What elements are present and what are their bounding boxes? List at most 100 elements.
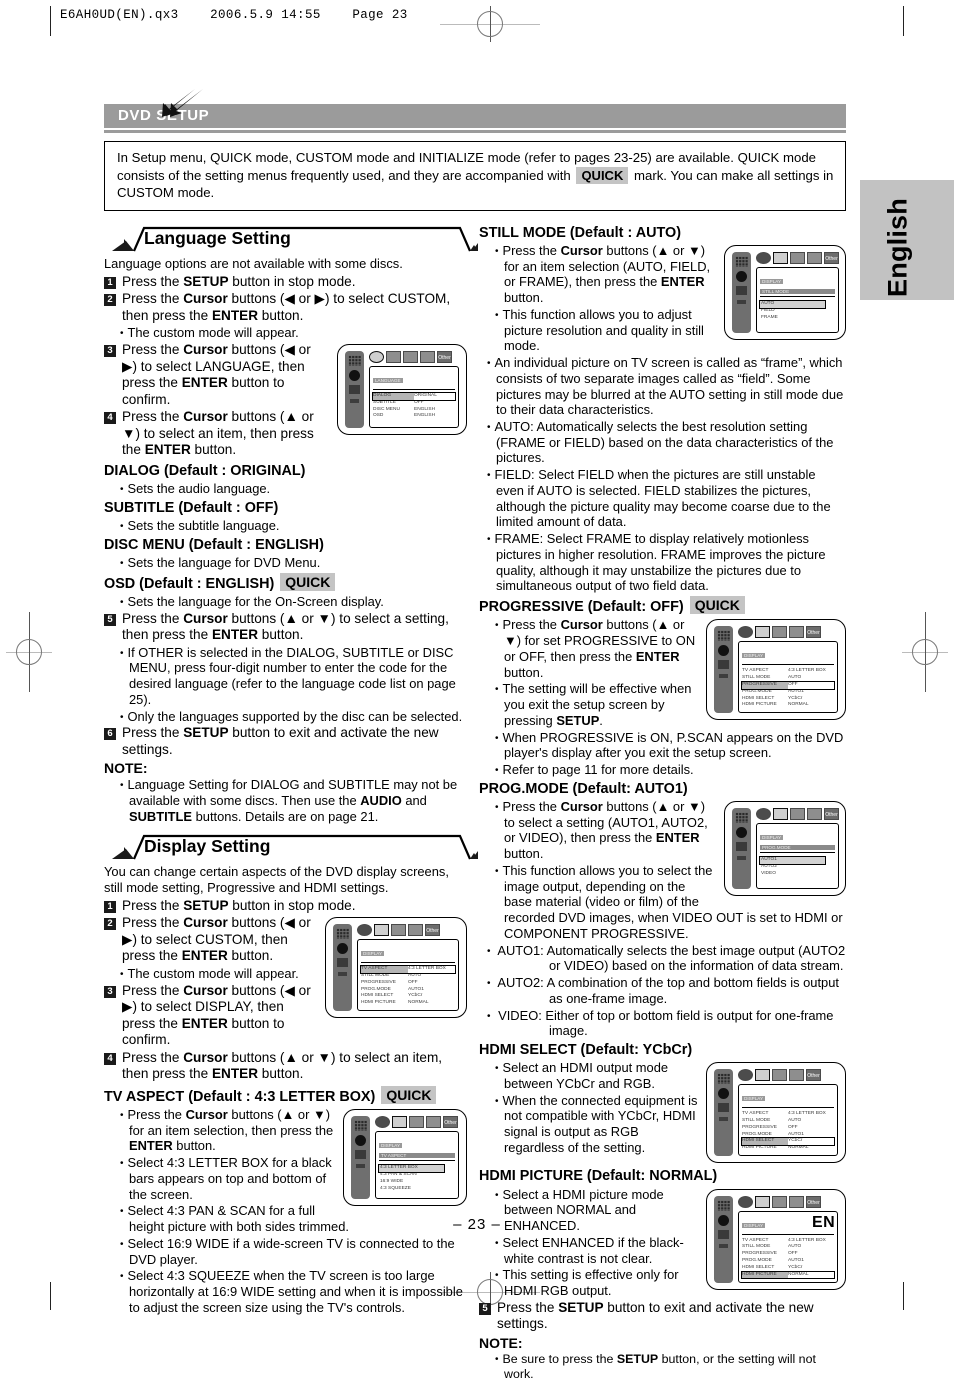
osd-row-key: PROG.MODE [742, 688, 772, 694]
osd-illustration-box: Other DISPLAY TV ASPECT 4:3 LETTER BOX S… [706, 1062, 846, 1164]
osd-illustration-box: Other DISPLAY TV ASPECT 4:3 LETTER BOX S… [706, 619, 846, 721]
osd-screen-tv-aspect: Other DISPLAY TV ASPECT 4:3 LETTER BOX 4… [375, 1115, 459, 1199]
remote-control-graphic [732, 807, 751, 889]
osd-row-value: AUTO [788, 1118, 802, 1124]
display-note-heading: NOTE: [479, 1334, 523, 1351]
wrench-icon [789, 1195, 804, 1208]
osd-illustration-box: Other LANGUAGE DIALOG ORIGINAL SUBTITLE … [337, 343, 467, 435]
osd-screen-hdmi-select: Other DISPLAY TV ASPECT 4:3 LETTER BOX S… [738, 1069, 838, 1157]
illustration-tv-aspect-menu: Other DISPLAY TV ASPECT 4:3 LETTER BOX 4… [343, 1108, 467, 1206]
intro-box: In Setup menu, QUICK mode, CUSTOM mode a… [104, 141, 846, 211]
display-note-text: Be sure to press the SETUP button, or th… [479, 1352, 846, 1382]
print-filestamp: E6AH0UD(EN).qx3 2006.5.9 14:55 Page 23 [60, 8, 408, 22]
osd-row-list: TV ASPECT 4:3 LETTER BOX STILL MODE AUTO [741, 1111, 835, 1152]
step-text: Press the Cursor buttons (▲ or ▼) to sel… [122, 1049, 443, 1082]
osd-row-value: NORMAL [408, 1000, 429, 1006]
side-tab-label: English [882, 198, 913, 297]
tv-aspect-bullet-5: Select 4:3 SQUEEZE when the TV screen is… [104, 1268, 467, 1315]
banner-label-display-setting: Display Setting [144, 835, 271, 856]
disc-icon [738, 1069, 753, 1082]
osd-icon-bar: Other [738, 626, 838, 639]
osd-row-key: HDMI PICTURE [742, 1145, 777, 1151]
still-mode-bullet-3: An individual picture on TV screen is ca… [479, 355, 846, 418]
disc-icon [369, 350, 384, 363]
language-step5-bullet-2: Only the languages supported by the disc… [104, 709, 467, 725]
step-text: Press the SETUP button in stop mode. [122, 273, 356, 289]
illustration-hdmi-picture-menu: Other DISPLAY TV ASPECT 4:3 LETTER BOX S… [706, 1188, 846, 1290]
left-column: Language Setting Language options are no… [104, 89, 479, 1383]
registration-mark-left [6, 612, 52, 692]
language-step5-bullet-1: If OTHER is selected in the DIALOG, SUBT… [104, 645, 467, 708]
language-step-2: 2 Press the Cursor buttons (◀ or ▶) to s… [104, 291, 467, 324]
pointer-arrow-icon [170, 89, 203, 117]
language-step-3: 3 Press the Cursor buttons (◀ or ▶) to s… [104, 342, 329, 408]
osd-screen-panel: DISPLAY TV ASPECT 4:3 LETTER BOX 4:3 PAN… [375, 1130, 459, 1199]
speaker-icon [772, 626, 787, 639]
osd-row: OSD ENGLISH [373, 413, 455, 420]
monitor-icon [374, 924, 389, 937]
osd-row: STILL MODE AUTO [742, 675, 834, 682]
prog-mode-def-video: VIDEO: Either of top or bottom field is … [479, 1008, 846, 1039]
osd-row-value: NORMAL [788, 1145, 809, 1151]
remote-control-graphic [714, 1069, 733, 1157]
setting-head-osd: OSD (Default : ENGLISH) QUICK [104, 572, 467, 593]
tv-aspect-bullet-4: Select 16:9 WIDE if a wide-screen TV is … [104, 1236, 467, 1267]
prog-mode-def-auto2: AUTO2: A combination of the top and bott… [479, 975, 846, 1006]
osd-row: HDMI PICTURE NORMAL [742, 1145, 834, 1152]
progressive-bullet-4: Refer to page 11 for more details. [479, 762, 846, 778]
language-step2-note: The custom mode will appear. [104, 325, 467, 341]
illustration-progressive-menu: Other DISPLAY TV ASPECT 4:3 LETTER BOX S… [706, 619, 846, 721]
osd-screen-subtitle: PROG.MODE [760, 844, 835, 850]
other-icon: Other [443, 1115, 458, 1128]
language-step-6: 6 Press the SETUP button to exit and act… [104, 725, 467, 758]
setting-head-progressive-text: PROGRESSIVE (Default: OFF) [479, 599, 684, 616]
disc-icon [357, 924, 372, 937]
step-number: 3 [104, 985, 116, 998]
osd-row-key: PROGRESSIVE [361, 979, 396, 985]
osd-screen-title: DISPLAY [742, 1096, 766, 1102]
osd-illustration-box: Other DISPLAY TV ASPECT 4:3 LETTER BOX S… [325, 917, 467, 1019]
osd-row-key: SUBTITLE [373, 399, 396, 405]
banner-display-setting: Display Setting [104, 833, 478, 861]
step-text: Press the Cursor buttons (◀ or ▶) to sel… [122, 291, 451, 323]
osd-option: AUTO1 [759, 855, 826, 865]
setting-head-subtitle: SUBTITLE (Default : OFF) [104, 499, 279, 516]
step-text: Press the Cursor buttons (◀ or ▶) to sel… [122, 915, 311, 964]
language-step-1: 1 Press the SETUP button in stop mode. [104, 274, 467, 291]
right-column: STILL MODE (Default : AUTO) Other DISPLA… [479, 225, 846, 1383]
quick-badge-tv-aspect: QUICK [381, 1085, 437, 1104]
speaker-icon [790, 807, 805, 820]
osd-screen-title: DISPLAY [379, 1142, 403, 1148]
osd-illustration-box: Other DISPLAY TV ASPECT 4:3 LETTER BOX 4… [343, 1108, 467, 1206]
display-step-2: 2 Press the Cursor buttons (◀ or ▶) to s… [104, 915, 317, 965]
setting-head-tv-aspect: TV ASPECT (Default : 4:3 LETTER BOX) QUI… [104, 1085, 467, 1106]
setting-head-progressive: PROGRESSIVE (Default: OFF) QUICK [479, 596, 846, 616]
display-step-5: 5 Press the SETUP button to exit and act… [479, 1300, 846, 1333]
progressive-bullet-3: When PROGRESSIVE is ON, P.SCAN appears o… [479, 730, 846, 761]
osd-illustration-box: Other DISPLAY STILL MODE AUTO FIELD FRAM… [724, 244, 846, 340]
language-note-text: Language Setting for DIALOG and SUBTITLE… [104, 777, 467, 824]
step-number: 6 [104, 728, 116, 741]
banner-language-setting: Language Setting [104, 225, 478, 253]
osd-row-key: DIALOG [373, 392, 414, 400]
crop-mark-left-vertical-bottom [50, 1282, 51, 1310]
osd-row-key: TV ASPECT [361, 966, 408, 974]
wrench-icon [807, 251, 822, 264]
language-note-heading: NOTE: [104, 760, 148, 777]
setting-head-dialog: DIALOG (Default : ORIGINAL) [104, 462, 306, 479]
osd-row: PROGRESSIVE OFF [742, 1251, 834, 1258]
other-icon: Other [437, 350, 452, 363]
osd-row-key: STILL MODE [361, 973, 390, 979]
step-number: 3 [104, 344, 116, 357]
osd-row-value: ORIGINAL [414, 392, 437, 398]
step-text: Press the SETUP button to exit and activ… [122, 725, 439, 757]
osd-option: 16:9 WIDE [380, 1178, 404, 1184]
osd-icon-bar: Other [756, 251, 839, 264]
step-number: 1 [104, 276, 116, 289]
remote-control-graphic [351, 1115, 370, 1199]
osd-row: PROGRESSIVE OFF [741, 680, 835, 690]
osd-row: HDMI SELECT YCbCr [742, 1265, 834, 1272]
osd-screen-title: DISPLAY [742, 653, 766, 659]
setting-head-tv-aspect-text: TV ASPECT (Default : 4:3 LETTER BOX) [104, 1088, 376, 1105]
crop-mark-right-vertical [903, 6, 904, 36]
